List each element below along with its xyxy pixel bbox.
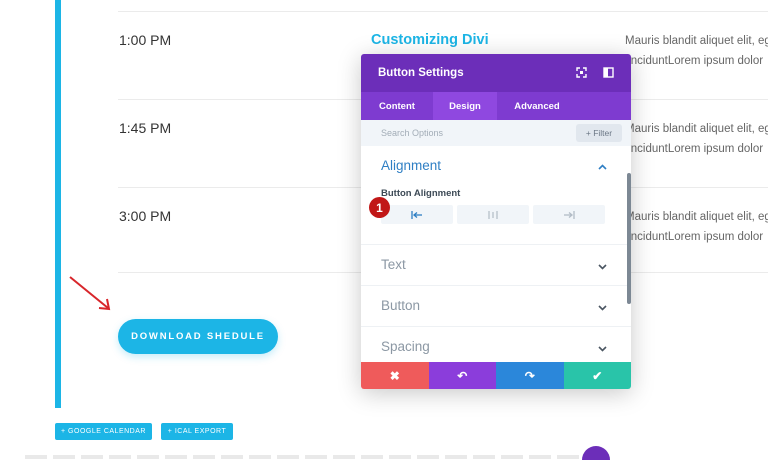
faint-footer-text (25, 455, 585, 459)
step-number-badge: 1 (369, 197, 390, 218)
tab-advanced[interactable]: Advanced (497, 92, 577, 120)
description-line: tinciduntLorem ipsum dolor (625, 55, 764, 67)
session-description: Mauris blandit aliquet elit, eg tincidun… (625, 119, 768, 159)
redo-button[interactable]: ↷ (496, 362, 564, 389)
sidebar-toggle-icon[interactable] (602, 66, 615, 79)
builder-fab-button[interactable] (582, 446, 610, 460)
description-line: Mauris blandit aliquet elit, eg (625, 35, 768, 47)
time-label: 1:45 PM (119, 120, 172, 136)
ical-export-button[interactable]: + ICAL EXPORT (161, 423, 233, 440)
section-spacing-toggle[interactable]: Spacing (381, 339, 430, 354)
time-label: 1:00 PM (119, 32, 172, 48)
session-description: Mauris blandit aliquet elit, eg tincidun… (625, 31, 768, 71)
align-center-icon (488, 210, 498, 219)
section-divider (361, 285, 631, 286)
description-line: tinciduntLorem ipsum dolor (625, 143, 764, 155)
align-left-icon (411, 210, 422, 219)
modal-tabs: Content Design Advanced (361, 92, 631, 120)
section-divider (361, 244, 631, 245)
session-description: Mauris blandit aliquet elit, eg tincidun… (625, 207, 768, 247)
filter-button[interactable]: + Filter (576, 124, 622, 142)
modal-scrollbar[interactable] (627, 173, 631, 304)
red-arrow-icon (69, 276, 111, 311)
chevron-down-icon[interactable] (598, 262, 607, 271)
section-divider (361, 326, 631, 327)
section-button-toggle[interactable]: Button (381, 298, 420, 313)
expand-icon[interactable] (575, 66, 588, 79)
modal-header: Button Settings (361, 54, 631, 92)
undo-button[interactable]: ↶ (428, 362, 496, 389)
tab-content[interactable]: Content (361, 92, 433, 120)
align-right-icon (564, 210, 575, 219)
row-divider (118, 11, 768, 12)
search-options-bar[interactable]: Search Options + Filter (361, 120, 631, 146)
button-settings-modal: Button Settings Content Design Advanced … (361, 54, 631, 389)
modal-footer: ✖ ↶ ↷ ✔ (361, 362, 631, 389)
align-right-option[interactable] (533, 205, 605, 224)
description-line: tinciduntLorem ipsum dolor (625, 231, 764, 243)
tab-design[interactable]: Design (433, 92, 497, 120)
chevron-up-icon[interactable] (598, 163, 607, 172)
description-line: Mauris blandit aliquet elit, eg (625, 123, 768, 135)
chevron-down-icon[interactable] (598, 344, 607, 353)
section-text-toggle[interactable]: Text (381, 257, 406, 272)
modal-body: Alignment Button Alignment 1 Text Button… (361, 146, 631, 361)
section-alignment-toggle[interactable]: Alignment (381, 158, 441, 173)
align-left-option[interactable] (381, 205, 453, 224)
description-line: Mauris blandit aliquet elit, eg (625, 211, 768, 223)
modal-title: Button Settings (378, 67, 464, 79)
search-options-input[interactable]: Search Options (381, 128, 443, 138)
chevron-down-icon[interactable] (598, 303, 607, 312)
cancel-button[interactable]: ✖ (361, 362, 429, 389)
align-center-option[interactable] (457, 205, 529, 224)
button-alignment-label: Button Alignment (381, 188, 461, 199)
page: 1:00 PM 1:45 PM 3:00 PM Customizing Divi… (0, 0, 768, 460)
download-schedule-button[interactable]: DOWNLOAD SHEDULE (118, 319, 278, 354)
session-title[interactable]: Customizing Divi (371, 32, 489, 48)
google-calendar-button[interactable]: + GOOGLE CALENDAR (55, 423, 152, 440)
accent-bar (55, 0, 61, 408)
save-button[interactable]: ✔ (563, 362, 631, 389)
time-label: 3:00 PM (119, 208, 172, 224)
